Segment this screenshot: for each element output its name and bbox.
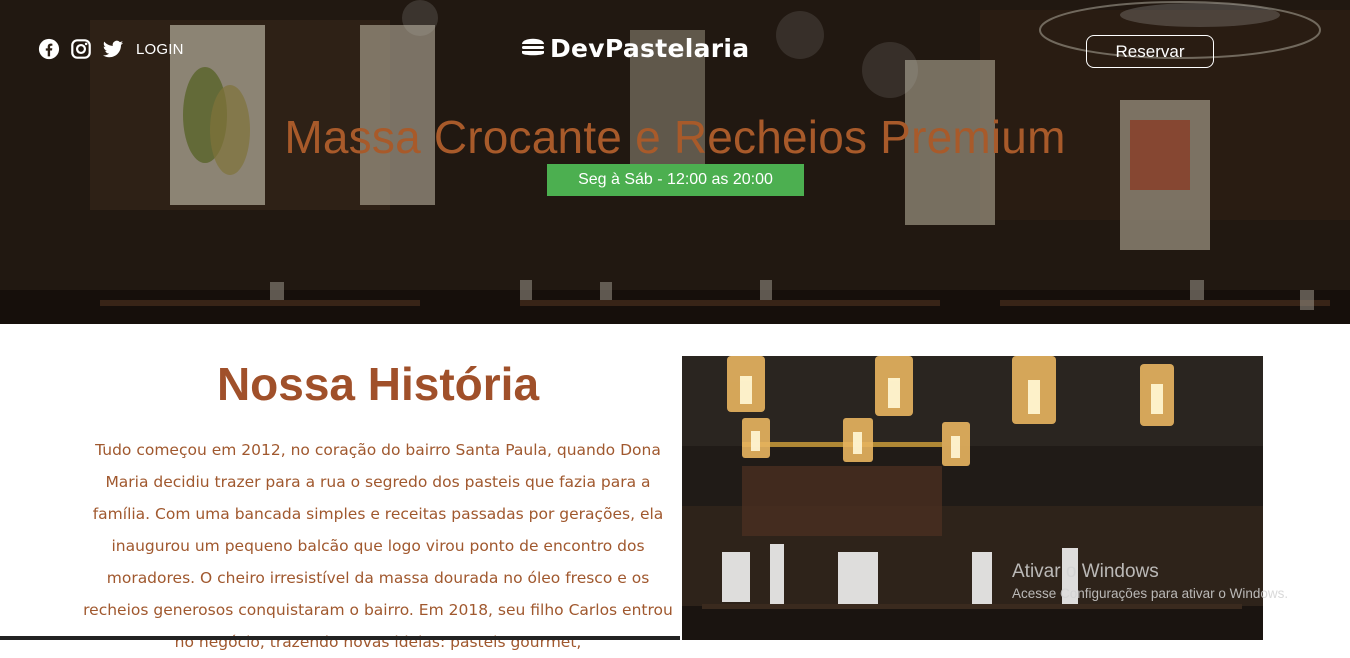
instagram-icon[interactable] [70, 38, 92, 60]
hero-banner: LOGIN DevPastelaria Reservar Massa Croca… [0, 0, 1350, 324]
facebook-icon[interactable] [38, 38, 60, 60]
watermark-subtitle: Acesse Configurações para ativar o Windo… [1012, 586, 1289, 601]
windows-activation-watermark: Ativar o Windows Acesse Configurações pa… [1012, 561, 1288, 601]
reserve-button[interactable]: Reservar [1086, 35, 1214, 68]
social-links: LOGIN [38, 38, 184, 60]
scrollbar-track[interactable] [0, 636, 680, 640]
burger-icon [520, 33, 546, 64]
logo-text: DevPastelaria [550, 34, 750, 63]
twitter-icon[interactable] [102, 38, 124, 60]
opening-hours-badge: Seg à Sáb - 12:00 as 20:00 [547, 164, 804, 196]
watermark-title: Ativar o Windows [1012, 561, 1159, 582]
logo[interactable]: DevPastelaria [520, 33, 749, 64]
story-body: Tudo começou em 2012, no coração do bair… [83, 441, 673, 651]
login-link[interactable]: LOGIN [136, 41, 184, 58]
hero-title: Massa Crocante e Recheios Premium [284, 111, 1066, 163]
story-title: Nossa História [216, 358, 540, 410]
